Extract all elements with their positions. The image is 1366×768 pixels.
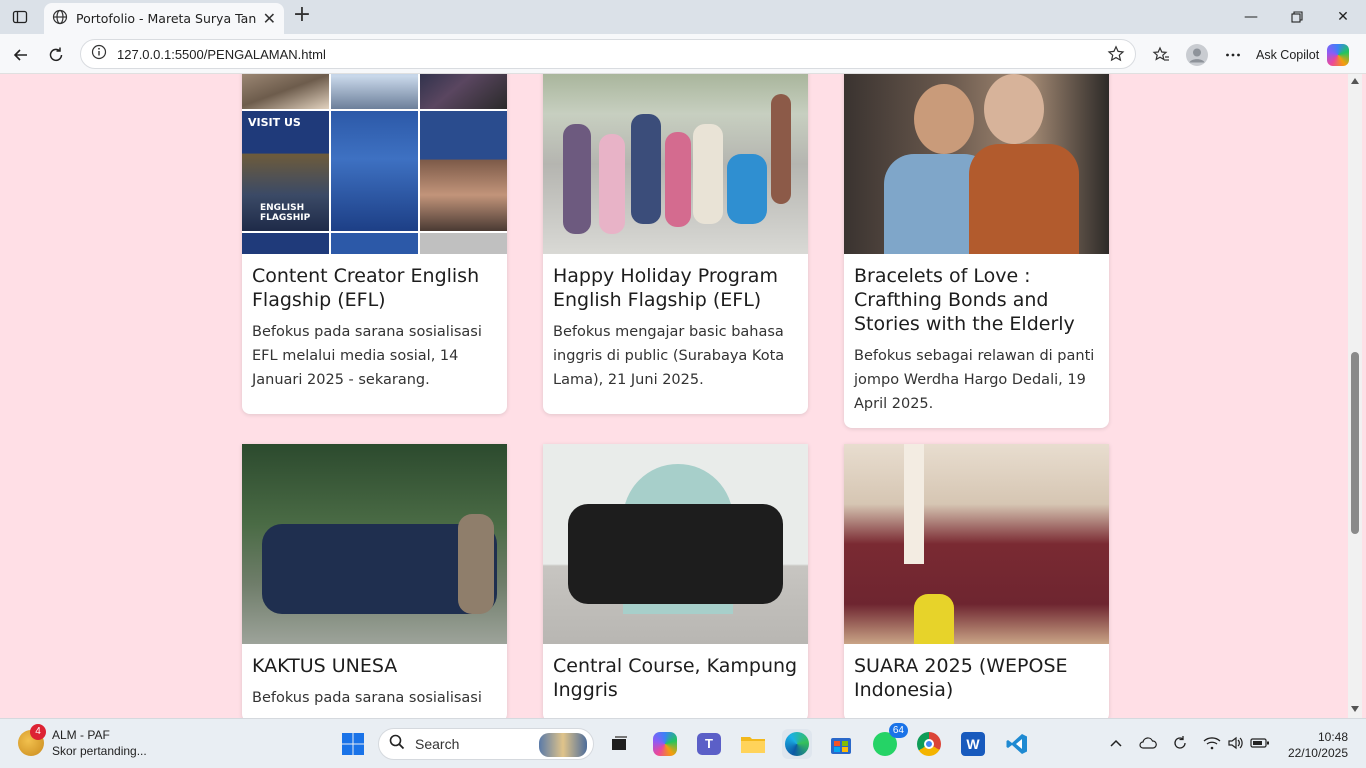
ask-copilot-button[interactable]: Ask Copilot bbox=[1256, 42, 1350, 68]
windows-start-icon[interactable] bbox=[338, 729, 368, 759]
card-image bbox=[844, 444, 1109, 644]
copilot-app-icon[interactable] bbox=[650, 729, 680, 759]
widget-title: ALM - PAF bbox=[52, 728, 110, 742]
favorites-icon[interactable] bbox=[1148, 42, 1174, 68]
card-description: Befokus sebagai relawan di panti jompo W… bbox=[854, 348, 1095, 412]
system-clock[interactable]: 10:48 22/10/2025 bbox=[1284, 729, 1348, 761]
collage-caption-flagship: ENGLISH FLAGSHIP bbox=[260, 203, 311, 223]
volume-icon[interactable] bbox=[1226, 733, 1246, 753]
clock-time: 10:48 bbox=[1317, 730, 1348, 744]
search-icon bbox=[389, 734, 405, 754]
experience-card[interactable]: Bracelets of Love : Crafthing Bonds and … bbox=[844, 74, 1109, 428]
browser-tab[interactable]: Portofolio - Mareta Surya Tananja ✕ bbox=[44, 3, 284, 34]
refresh-icon[interactable] bbox=[1170, 733, 1190, 753]
widget-subtitle: Skor pertanding... bbox=[52, 744, 147, 758]
card-image: VISIT US ENGLISH FLAGSHIP bbox=[242, 74, 507, 254]
tab-title: Portofolio - Mareta Surya Tananja bbox=[76, 11, 256, 26]
address-bar: 127.0.0.1:5500/PENGALAMAN.html Ask Copil… bbox=[0, 34, 1366, 74]
battery-icon[interactable] bbox=[1250, 733, 1270, 753]
reload-icon[interactable] bbox=[43, 42, 69, 68]
experience-card[interactable]: Central Course, Kampung Inggris bbox=[543, 444, 808, 718]
plus-icon[interactable]: + bbox=[290, 4, 314, 28]
card-image bbox=[543, 74, 808, 254]
weather-widget[interactable]: 4 ALM - PAF Skor pertanding... bbox=[18, 724, 147, 759]
copilot-label: Ask Copilot bbox=[1256, 48, 1320, 62]
card-image bbox=[242, 444, 507, 644]
card-title: KAKTUS UNESA bbox=[252, 655, 398, 677]
card-title: Happy Holiday Program English Flagship (… bbox=[553, 265, 778, 311]
chrome-icon[interactable] bbox=[914, 729, 944, 759]
info-icon[interactable] bbox=[91, 44, 107, 64]
search-label: Search bbox=[415, 736, 460, 752]
close-icon[interactable]: ✕ bbox=[263, 9, 276, 28]
globe-icon bbox=[52, 9, 68, 29]
experience-card[interactable]: SUARA 2025 (WEPOSE Indonesia) bbox=[844, 444, 1109, 718]
card-image bbox=[844, 74, 1109, 254]
card-title: Content Creator English Flagship (EFL) bbox=[252, 265, 480, 311]
teams-icon[interactable]: T bbox=[694, 729, 724, 759]
maximize-icon[interactable] bbox=[1274, 0, 1320, 34]
vscode-icon[interactable] bbox=[1002, 729, 1032, 759]
minimize-icon[interactable]: — bbox=[1228, 0, 1274, 34]
star-icon[interactable] bbox=[1107, 45, 1125, 67]
url-field[interactable]: 127.0.0.1:5500/PENGALAMAN.html bbox=[80, 39, 1136, 69]
collage-caption-visit: VISIT US bbox=[248, 116, 301, 129]
more-icon[interactable] bbox=[1220, 42, 1246, 68]
cloud-sync-icon[interactable] bbox=[1138, 733, 1158, 753]
scroll-thumb[interactable] bbox=[1351, 352, 1359, 534]
profile-icon[interactable] bbox=[1184, 42, 1210, 68]
clock-date: 22/10/2025 bbox=[1287, 746, 1348, 760]
experience-card[interactable]: VISIT US ENGLISH FLAGSHIP Content Creato… bbox=[242, 74, 507, 414]
experience-card[interactable]: KAKTUS UNESA Befokus pada sarana sosiali… bbox=[242, 444, 507, 718]
card-description: Befokus mengajar basic bahasa inggris di… bbox=[553, 324, 785, 388]
card-description: Befokus pada sarana sosialisasi bbox=[252, 690, 482, 706]
card-title: Bracelets of Love : Crafthing Bonds and … bbox=[854, 265, 1075, 335]
card-description: Befokus pada sarana sosialisasi EFL mela… bbox=[252, 324, 482, 388]
file-explorer-icon[interactable] bbox=[738, 729, 768, 759]
window-close-icon[interactable]: ✕ bbox=[1320, 0, 1366, 34]
copilot-icon bbox=[1327, 44, 1350, 66]
task-view-icon[interactable] bbox=[604, 729, 634, 759]
chevron-up-icon[interactable] bbox=[1106, 733, 1126, 753]
store-icon[interactable] bbox=[826, 729, 856, 759]
page-viewport: VISIT US ENGLISH FLAGSHIP Content Creato… bbox=[4, 74, 1348, 718]
card-title: SUARA 2025 (WEPOSE Indonesia) bbox=[854, 655, 1068, 701]
edge-icon[interactable] bbox=[782, 729, 812, 759]
notification-badge: 4 bbox=[30, 724, 46, 740]
scroll-up-arrow-icon[interactable] bbox=[1351, 78, 1359, 84]
word-icon[interactable]: W bbox=[958, 729, 988, 759]
taskbar-search[interactable]: Search bbox=[378, 728, 594, 760]
tab-menu-icon[interactable] bbox=[8, 6, 32, 28]
url-text: 127.0.0.1:5500/PENGALAMAN.html bbox=[117, 46, 326, 62]
whatsapp-icon[interactable]: 64 bbox=[870, 723, 908, 759]
card-title: Central Course, Kampung Inggris bbox=[553, 655, 798, 701]
tab-bar: Portofolio - Mareta Surya Tananja ✕ + — … bbox=[0, 0, 1366, 34]
search-highlight-image bbox=[539, 733, 587, 757]
taskbar: 4 ALM - PAF Skor pertanding... Search T … bbox=[0, 718, 1366, 768]
experience-card[interactable]: Happy Holiday Program English Flagship (… bbox=[543, 74, 808, 414]
weather-icon: 4 bbox=[18, 724, 46, 756]
back-icon[interactable] bbox=[8, 42, 34, 68]
wifi-icon[interactable] bbox=[1202, 733, 1222, 753]
page-scrollbar[interactable] bbox=[1348, 74, 1362, 718]
card-image bbox=[543, 444, 808, 644]
scroll-down-arrow-icon[interactable] bbox=[1351, 706, 1359, 712]
whatsapp-badge: 64 bbox=[888, 723, 908, 738]
